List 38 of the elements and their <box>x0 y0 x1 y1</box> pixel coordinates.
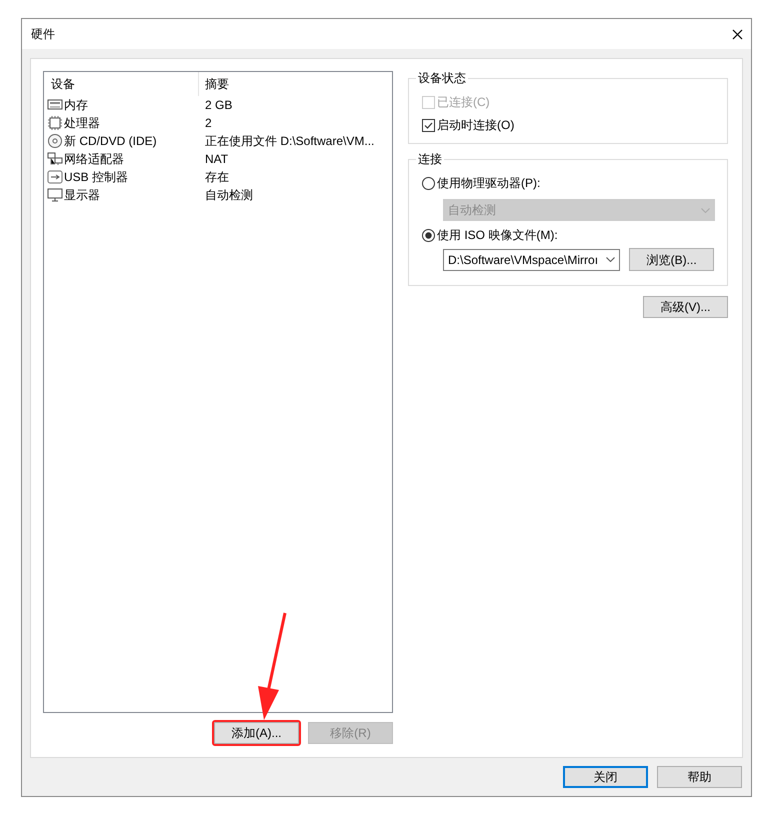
radio-button[interactable]: 使用物理驱动器(P): <box>422 174 714 192</box>
device-name[interactable]: USB 控制器 <box>64 168 128 186</box>
checkbox-icon <box>422 118 435 132</box>
help-button[interactable]: 帮助 <box>657 766 742 788</box>
device-name[interactable]: 内存 <box>64 96 88 114</box>
radio-icon <box>422 228 435 242</box>
device-name[interactable]: 处理器 <box>64 114 100 132</box>
group-title: 连接 <box>416 152 444 166</box>
device-summary: 自动检测 <box>204 187 253 204</box>
radio-button[interactable]: 使用 ISO 映像文件(M): <box>422 226 714 244</box>
network-icon <box>47 151 63 167</box>
checkbox[interactable]: 启动时连接(O) <box>422 116 714 134</box>
device-summary: 存在 <box>204 169 229 186</box>
column-header[interactable]: 摘要 <box>199 72 392 96</box>
device-summary: NAT <box>204 151 228 168</box>
advanced-button[interactable]: 高级(V)... <box>643 296 728 318</box>
device-name[interactable]: 网络适配器 <box>64 150 124 168</box>
checkbox-icon <box>422 96 435 108</box>
device-summary: 2 <box>204 115 212 132</box>
add-button[interactable]: 添加(A)... <box>214 722 299 744</box>
radio-icon <box>422 176 435 190</box>
disc-icon <box>47 133 63 149</box>
group-title: 设备状态 <box>416 71 468 85</box>
chip-icon <box>47 115 63 131</box>
monitor-icon <box>47 187 63 203</box>
device-summary: 正在使用文件 D:\Software\VM... <box>204 133 374 150</box>
device-summary: 2 GB <box>204 97 232 114</box>
column-header[interactable]: 设备 <box>44 72 199 96</box>
window-title: 硬件 <box>31 26 55 43</box>
dropdown[interactable]: D:\Software\VMspace\Mirroı <box>443 248 620 270</box>
device-name[interactable]: 新 CD/DVD (IDE) <box>64 132 157 150</box>
browse-button[interactable]: 浏览(B)... <box>629 248 714 271</box>
chevron-icon <box>606 257 616 262</box>
chevron-icon <box>701 208 710 212</box>
device-name[interactable]: 显示器 <box>64 186 100 204</box>
close-button[interactable]: 关闭 <box>563 766 648 788</box>
usb-icon <box>47 169 63 185</box>
close-icon[interactable] <box>732 28 743 40</box>
